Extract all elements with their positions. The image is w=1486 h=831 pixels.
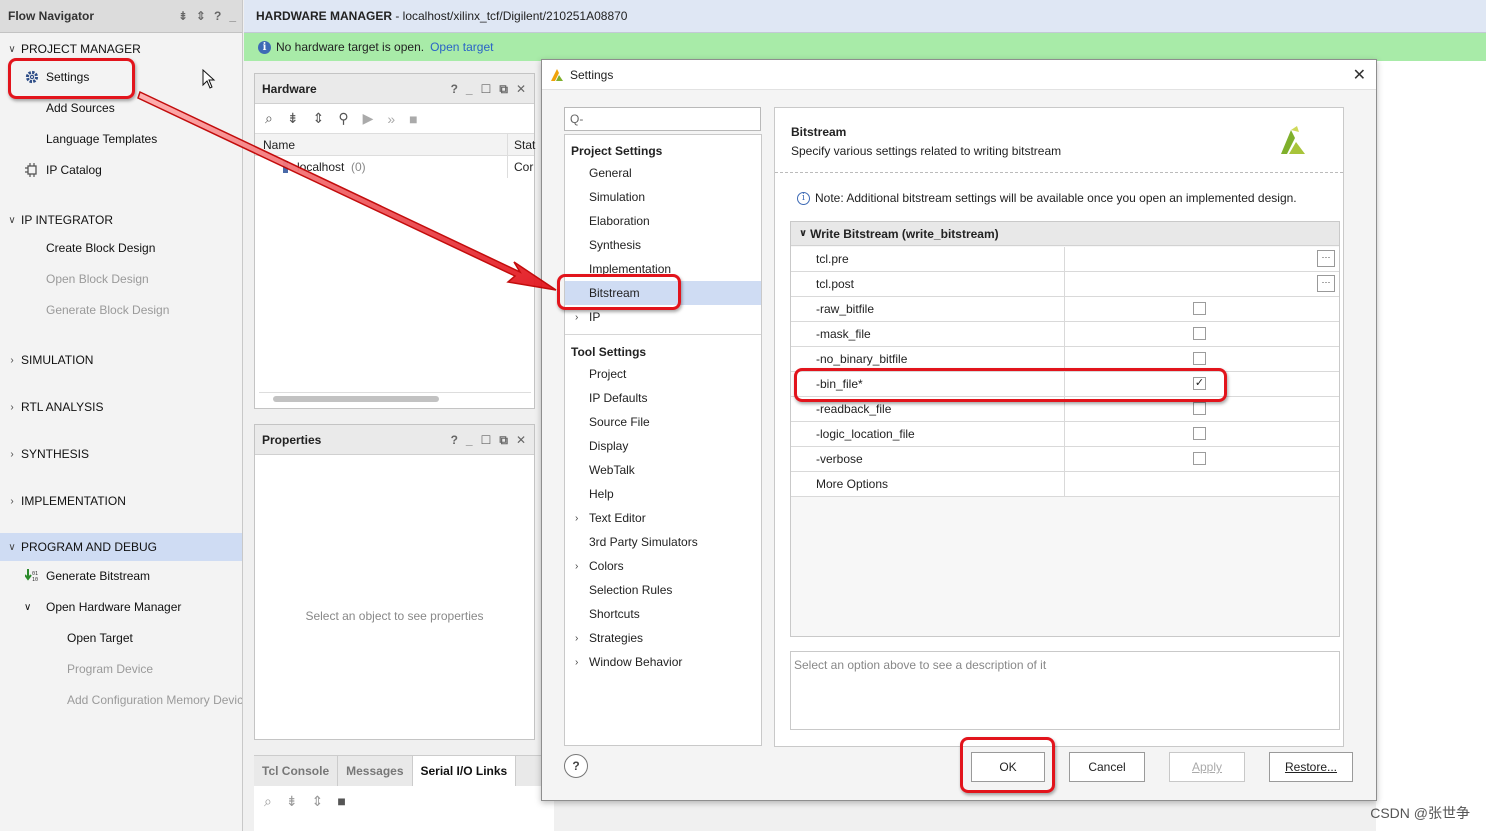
watermark: CSDN @张世争	[1370, 805, 1470, 821]
highlight-bin-file	[794, 368, 1227, 402]
highlight-settings	[8, 58, 135, 99]
mouse-cursor-icon	[202, 69, 216, 89]
highlight-bitstream	[557, 274, 681, 310]
highlight-ok-button	[960, 737, 1055, 793]
annotation-arrow	[137, 90, 557, 291]
